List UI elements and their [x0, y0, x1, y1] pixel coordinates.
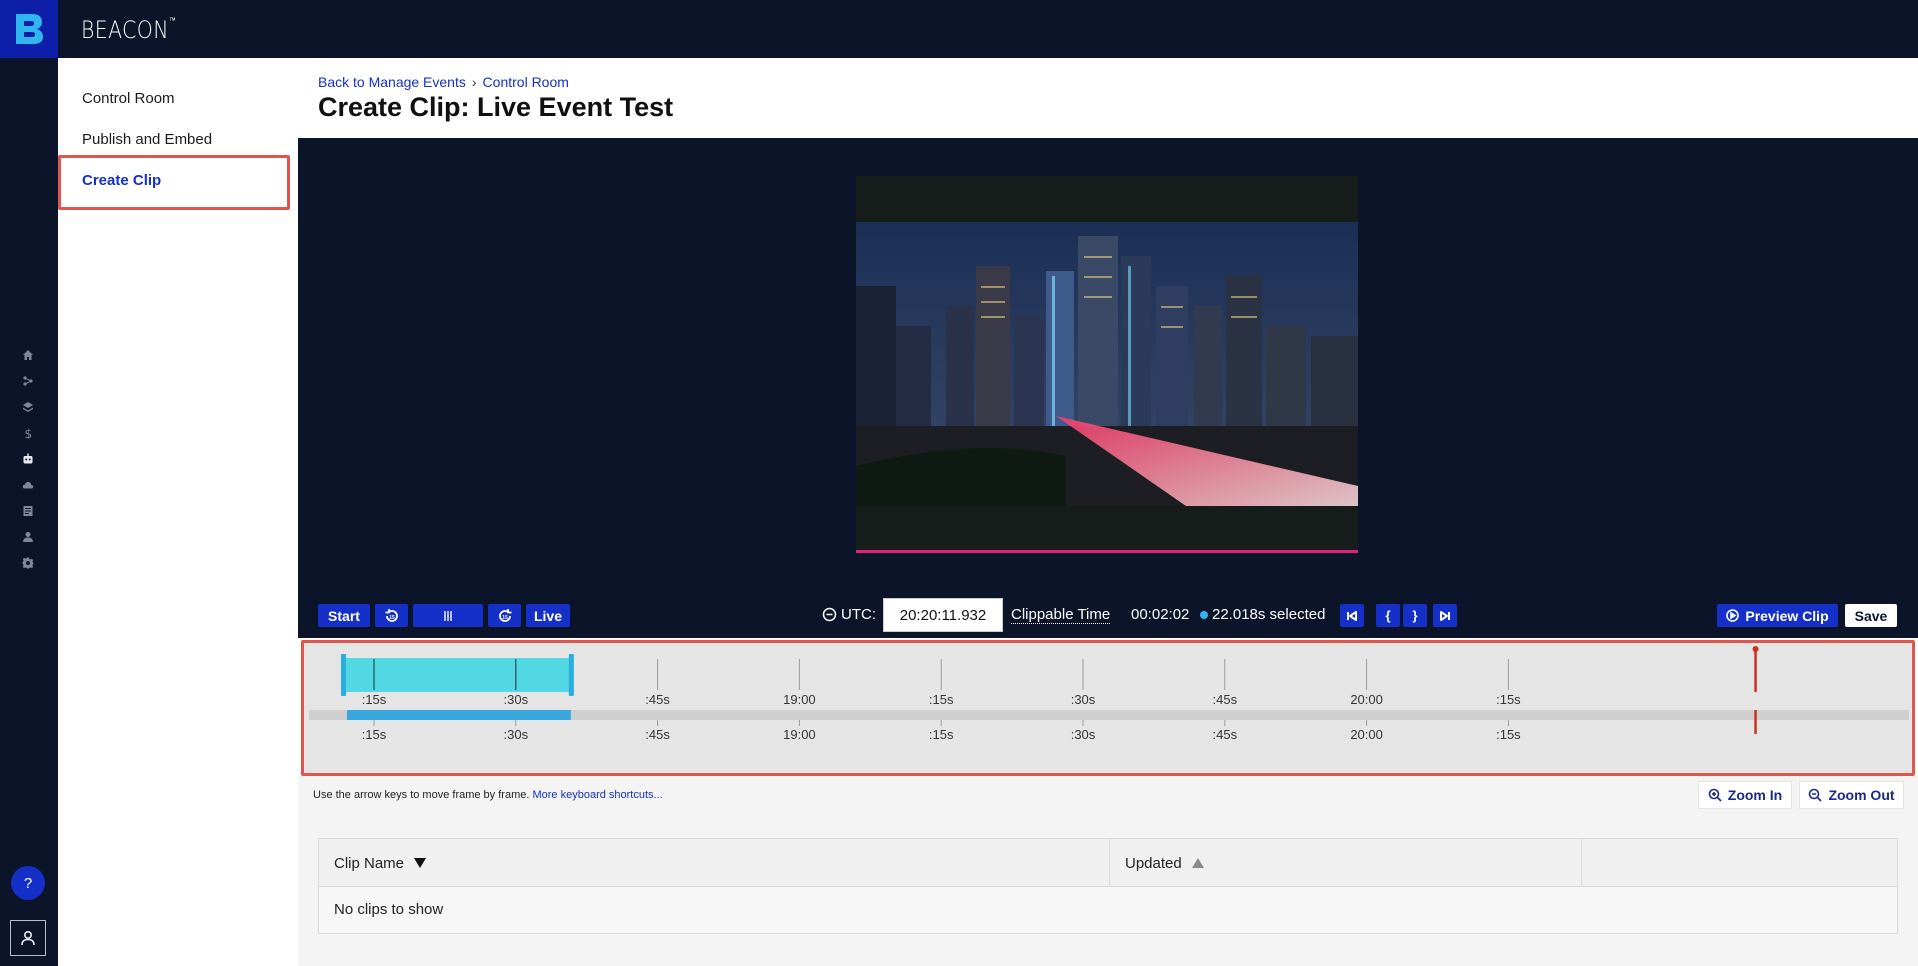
rewind-15-button[interactable]: 15 — [375, 604, 408, 627]
help-button[interactable]: ? — [11, 866, 45, 900]
timeline-tick-label: :45s — [1213, 692, 1238, 707]
layers-icon[interactable] — [21, 400, 35, 414]
share-icon[interactable] — [21, 374, 35, 388]
skip-to-end-button[interactable] — [1433, 604, 1457, 627]
breadcrumb: Back to Manage Events › Control Room — [318, 74, 569, 90]
timeline-tick-label: :15s — [929, 692, 954, 707]
selection-duration: 22.018s selected — [1200, 606, 1325, 623]
svg-text:15: 15 — [389, 615, 395, 621]
pause-icon — [444, 610, 452, 621]
dollar-icon[interactable]: $ — [21, 426, 35, 440]
overview-tick-label: :15s — [929, 727, 954, 742]
preview-clip-button[interactable]: Preview Clip — [1717, 604, 1838, 627]
video-frame — [856, 176, 1358, 552]
rewind-icon: 15 — [385, 608, 398, 622]
selection-dot-icon — [1200, 610, 1208, 619]
nav-item-control-room[interactable]: Control Room — [82, 90, 175, 107]
zoom-in-button[interactable]: Zoom In — [1698, 781, 1792, 809]
account-icon — [21, 930, 35, 946]
timeline-tick-label: :15s — [362, 692, 387, 707]
set-out-point-button[interactable]: } — [1403, 604, 1427, 627]
robot-icon[interactable] — [21, 452, 35, 466]
utc-time-input[interactable]: 20:20:11.932 — [883, 598, 1003, 632]
hint-row: Use the arrow keys to move frame by fram… — [298, 776, 1918, 818]
overview-selection — [347, 710, 571, 720]
timeline-tick-label: :45s — [645, 692, 670, 707]
overview-tick-label: :45s — [1213, 727, 1238, 742]
overview-tick-label: 20:00 — [1350, 727, 1383, 742]
set-in-point-button[interactable]: { — [1376, 604, 1400, 627]
keyboard-hint: Use the arrow keys to move frame by fram… — [313, 789, 663, 801]
breadcrumb-back-link[interactable]: Back to Manage Events — [318, 74, 466, 90]
nav-item-create-clip-label[interactable]: Create Clip — [82, 172, 161, 189]
user-icon[interactable] — [21, 530, 35, 544]
overview-tick-label: :30s — [1071, 727, 1096, 742]
account-button[interactable] — [10, 920, 46, 956]
overview-tick-label: 19:00 — [783, 727, 816, 742]
home-icon[interactable] — [21, 348, 35, 362]
column-header-clip-name[interactable]: Clip Name — [319, 839, 1110, 887]
sort-ascending-icon — [1191, 858, 1204, 868]
cloud-icon[interactable] — [21, 478, 35, 492]
nav-item-publish-and-embed[interactable]: Publish and Embed — [82, 131, 212, 148]
clips-table: Clip Name Updated No clips to show — [318, 838, 1898, 934]
skip-to-start-button[interactable] — [1340, 604, 1364, 627]
clip-timeline[interactable]: :15s :15s :30s :30s :45s :45s 19:00 19:00 :15s :1… — [301, 640, 1915, 776]
forward-15-button[interactable]: 15 — [488, 604, 521, 627]
sort-descending-icon — [414, 858, 427, 868]
skip-forward-icon — [1440, 610, 1450, 621]
video-player[interactable] — [856, 176, 1358, 552]
zoom-out-icon — [1809, 788, 1823, 802]
icon-rail: $ ? — [0, 58, 58, 966]
clock-icon — [822, 607, 837, 622]
overview-tick-label: :45s — [645, 727, 670, 742]
play-circle-icon — [1726, 609, 1740, 622]
timeline-tick-label: :30s — [1071, 692, 1096, 707]
clippable-time-label[interactable]: Clippable Time — [1011, 606, 1111, 624]
zoom-out-button[interactable]: Zoom Out — [1799, 781, 1904, 809]
live-button[interactable]: Live — [526, 604, 570, 627]
zoom-in-icon — [1708, 788, 1722, 802]
video-progress-bar[interactable] — [856, 550, 1358, 553]
brand-name: BEACON™ — [81, 16, 177, 44]
selection-end-handle[interactable] — [568, 654, 574, 696]
page-title: Create Clip: Live Event Test — [318, 92, 674, 122]
overview-tick-label: :15s — [1496, 727, 1521, 742]
selection-range — [344, 658, 570, 692]
pause-button[interactable] — [413, 604, 483, 627]
timeline-tick-label: :30s — [504, 692, 529, 707]
empty-table-message: No clips to show — [334, 901, 444, 918]
gear-icon[interactable] — [21, 556, 35, 570]
breadcrumb-separator: › — [471, 74, 477, 90]
timeline-tick-label: 20:00 — [1350, 692, 1383, 707]
timeline-tick-label: :15s — [1496, 692, 1521, 707]
clippable-duration: 00:02:02 — [1131, 606, 1190, 623]
playhead-handle[interactable] — [1752, 646, 1759, 652]
keyboard-shortcuts-link[interactable]: More keyboard shortcuts... — [532, 789, 662, 801]
page-header: Back to Manage Events › Control Room Creat… — [298, 58, 1918, 138]
overview-tick-label: :15s — [362, 727, 387, 742]
overview-tick-label: :30s — [504, 727, 529, 742]
save-button[interactable]: Save — [1845, 604, 1897, 627]
document-icon[interactable] — [21, 504, 35, 518]
top-bar: BEACON™ — [0, 0, 1918, 58]
column-header-updated[interactable]: Updated — [1110, 839, 1582, 887]
start-button[interactable]: Start — [318, 604, 370, 627]
breadcrumb-control-room-link[interactable]: Control Room — [483, 74, 569, 90]
logo[interactable] — [0, 0, 58, 58]
utc-label: UTC: — [822, 606, 876, 623]
timeline-canvas[interactable]: :15s :15s :30s :30s :45s :45s 19:00 19:00 :15s :1… — [304, 643, 1912, 773]
skip-back-icon — [1347, 610, 1357, 621]
svg-text:$: $ — [25, 427, 33, 439]
beacon-logo-icon — [16, 14, 43, 44]
selection-start-handle[interactable] — [341, 654, 346, 696]
svg-text:15: 15 — [502, 615, 508, 621]
timeline-tick-label: 19:00 — [783, 692, 816, 707]
forward-icon: 15 — [498, 608, 511, 622]
